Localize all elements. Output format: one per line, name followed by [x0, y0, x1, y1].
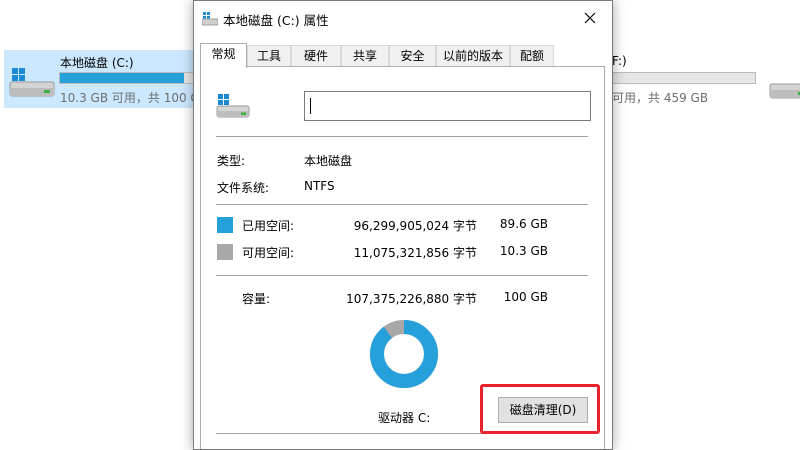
disk-usage-donut	[370, 320, 438, 388]
separator-2	[216, 204, 588, 205]
used-space-swatch	[217, 217, 233, 233]
drive-letter-label: 驱动器 C:	[378, 411, 431, 425]
drive-name-input[interactable]	[304, 91, 591, 121]
tab-quota[interactable]: 配额	[510, 45, 554, 67]
dialog-titlebar[interactable]: 本地磁盘 (C:) 属性	[194, 1, 612, 37]
capacity-bytes: 107,375,226,880 字节	[346, 292, 477, 306]
free-space-label: 可用空间:	[242, 246, 295, 260]
separator-1	[216, 136, 588, 137]
used-space-label: 已用空间:	[242, 219, 295, 233]
free-space-bytes: 11,075,321,856 字节	[353, 246, 477, 260]
close-button[interactable]	[568, 1, 612, 35]
free-space-swatch	[217, 244, 233, 260]
capacity-size: 100 GB	[503, 290, 548, 304]
tab-sharing[interactable]: 共享	[341, 45, 389, 67]
drive-f-name: F:)	[612, 54, 627, 68]
used-space-bytes: 96,299,905,024 字节	[353, 219, 477, 233]
close-icon	[584, 12, 596, 24]
drive-f-space: 可用，共 459 GB	[612, 91, 709, 105]
donut-used-segment	[370, 320, 438, 388]
drive-c-name: 本地磁盘 (C:)	[60, 56, 134, 70]
separator-3	[216, 275, 588, 276]
filesystem-label: 文件系统:	[217, 181, 270, 195]
drive-c-space: 10.3 GB 可用，共 100 GB	[60, 91, 208, 105]
type-value: 本地磁盘	[304, 154, 353, 168]
windows-drive-icon	[202, 12, 218, 26]
tab-tools[interactable]: 工具	[247, 45, 291, 67]
drive-large-icon	[216, 94, 250, 118]
drive-f-icon	[769, 83, 800, 99]
drive-f-usage-bar	[600, 72, 756, 84]
dialog-title: 本地磁盘 (C:) 属性	[223, 13, 329, 28]
highlight-box	[480, 384, 600, 434]
properties-dialog: 本地磁盘 (C:) 属性 常规 工具 硬件 共享 安全 以前的版本 配额 类型:…	[193, 0, 613, 450]
filesystem-value: NTFS	[304, 179, 335, 193]
capacity-label: 容量:	[242, 292, 271, 306]
tab-security[interactable]: 安全	[389, 45, 436, 67]
used-space-size: 89.6 GB	[499, 217, 548, 231]
drive-c-usage-bar	[59, 72, 199, 84]
drive-c-icon	[9, 68, 55, 97]
drive-c-usage-fill	[60, 73, 184, 83]
tab-general[interactable]: 常规	[200, 43, 247, 68]
tab-previous-versions[interactable]: 以前的版本	[436, 45, 510, 67]
text-caret	[310, 98, 311, 114]
type-label: 类型:	[217, 154, 246, 168]
free-space-size: 10.3 GB	[499, 244, 548, 258]
tab-hardware[interactable]: 硬件	[291, 45, 341, 67]
